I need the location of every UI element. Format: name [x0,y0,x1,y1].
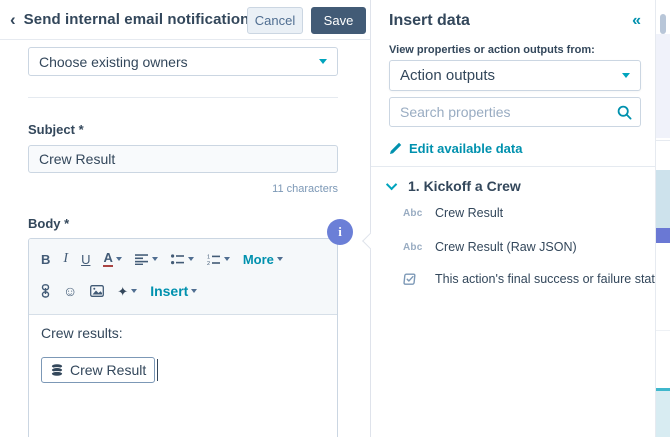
text-cursor [157,359,158,381]
chevron-down-icon [188,257,194,261]
view-properties-label: View properties or action outputs from: [389,44,595,56]
chevron-down-icon [622,73,630,78]
search-icon[interactable] [617,105,632,120]
bullet-list-button[interactable] [171,254,194,265]
insert-data-title: Insert data [389,12,632,30]
numbered-list-button[interactable]: 12 [207,254,230,265]
subject-input[interactable] [28,145,338,173]
output-item-label: Crew Result (Raw JSON) [435,240,577,254]
align-left-icon [135,254,149,265]
recipients-dropdown[interactable]: Choose existing owners [28,47,338,76]
scrollbar-thumb[interactable] [660,14,666,34]
chevron-down-icon [319,59,327,64]
bullet-list-icon [171,254,185,265]
background-divider [656,140,670,141]
section-divider [28,97,338,98]
chevron-down-icon [131,289,137,293]
font-color-label: A [103,251,112,267]
text-type-icon: Abc [403,242,425,253]
chevron-down-icon [386,179,397,190]
chevron-down-icon [116,257,122,261]
italic-button[interactable]: I [63,251,68,267]
output-item-label: Crew Result [435,206,503,220]
personalize-button[interactable]: ✦ [117,285,137,298]
insert-button[interactable]: Insert [150,283,197,299]
insert-data-header: Insert data « [389,12,641,30]
action-section-header[interactable]: 1. Kickoff a Crew [389,178,521,194]
body-text: Crew results: [41,325,325,341]
bold-button[interactable]: B [41,252,50,267]
info-badge[interactable]: i [327,219,353,245]
rich-text-editor: B I U A [28,238,338,437]
action-section-title: 1. Kickoff a Crew [408,178,521,194]
background-block-teal [656,391,670,437]
back-icon[interactable]: ‹ [10,11,16,28]
character-count: 11 characters [28,183,338,195]
chevron-down-icon [191,289,197,293]
source-dropdown[interactable]: Action outputs [389,60,641,91]
subject-label: Subject * [28,122,84,137]
email-body-content[interactable]: Crew results: Crew Result [29,315,337,393]
body-label: Body * [28,216,69,231]
numbered-list-icon: 12 [207,254,221,265]
more-formatting-button[interactable]: More [243,252,283,267]
save-button[interactable]: Save [311,7,366,34]
text-type-icon: Abc [403,208,425,219]
svg-text:1: 1 [207,254,210,260]
toolbar-row-1: B I U A [41,244,325,274]
workflow-action-editor: ‹ Send internal email notification Cance… [0,0,670,437]
background-block-teal [656,170,670,228]
database-icon [50,363,64,377]
crew-result-token[interactable]: Crew Result [41,357,155,383]
panel-section-divider [371,166,655,167]
underline-button[interactable]: U [81,252,90,267]
collapse-panel-icon[interactable]: « [632,12,641,30]
output-item-label: This action's final success or failure s… [435,272,662,286]
align-button[interactable] [135,254,158,265]
more-label: More [243,252,274,267]
status-check-icon [403,272,425,286]
background-block [656,34,670,138]
chevron-down-icon [152,257,158,261]
font-color-button[interactable]: A [103,251,121,267]
background-divider [656,330,670,331]
email-notification-panel: ‹ Send internal email notification Cance… [0,0,370,437]
recipients-dropdown-value: Choose existing owners [39,54,319,70]
page-title: Send internal email notification [24,11,250,28]
cancel-button[interactable]: Cancel [247,7,303,34]
edit-available-data-link[interactable]: Edit available data [389,141,522,156]
pencil-icon [389,142,402,155]
panel-header: ‹ Send internal email notification Cance… [0,0,370,40]
editor-toolbar: B I U A [29,239,337,315]
insert-label: Insert [150,283,188,299]
chevron-down-icon [224,257,230,261]
insert-data-panel: Insert data « View properties or action … [371,0,655,437]
image-icon [90,285,104,297]
image-button[interactable] [90,285,104,297]
background-block-purple [656,228,670,243]
edit-available-data-label: Edit available data [409,141,522,156]
search-input[interactable] [400,104,617,120]
background-page-sliver [655,0,670,437]
chevron-down-icon [277,257,283,261]
link-button[interactable] [41,284,50,298]
sparkle-icon: ✦ [117,285,128,298]
output-item-crew-result-raw-json[interactable]: Abc Crew Result (Raw JSON) [403,240,577,254]
source-dropdown-value: Action outputs [400,67,622,84]
token-row: Crew Result [41,357,325,383]
token-label: Crew Result [70,362,146,378]
output-item-crew-result[interactable]: Abc Crew Result [403,206,503,220]
link-icon [41,284,50,298]
emoji-icon: ☺ [63,284,77,298]
output-item-action-state[interactable]: This action's final success or failure s… [403,272,662,286]
search-box [389,97,641,127]
emoji-button[interactable]: ☺ [63,284,77,298]
svg-text:2: 2 [207,261,210,265]
toolbar-row-2: ☺ ✦ Insert [41,276,325,306]
